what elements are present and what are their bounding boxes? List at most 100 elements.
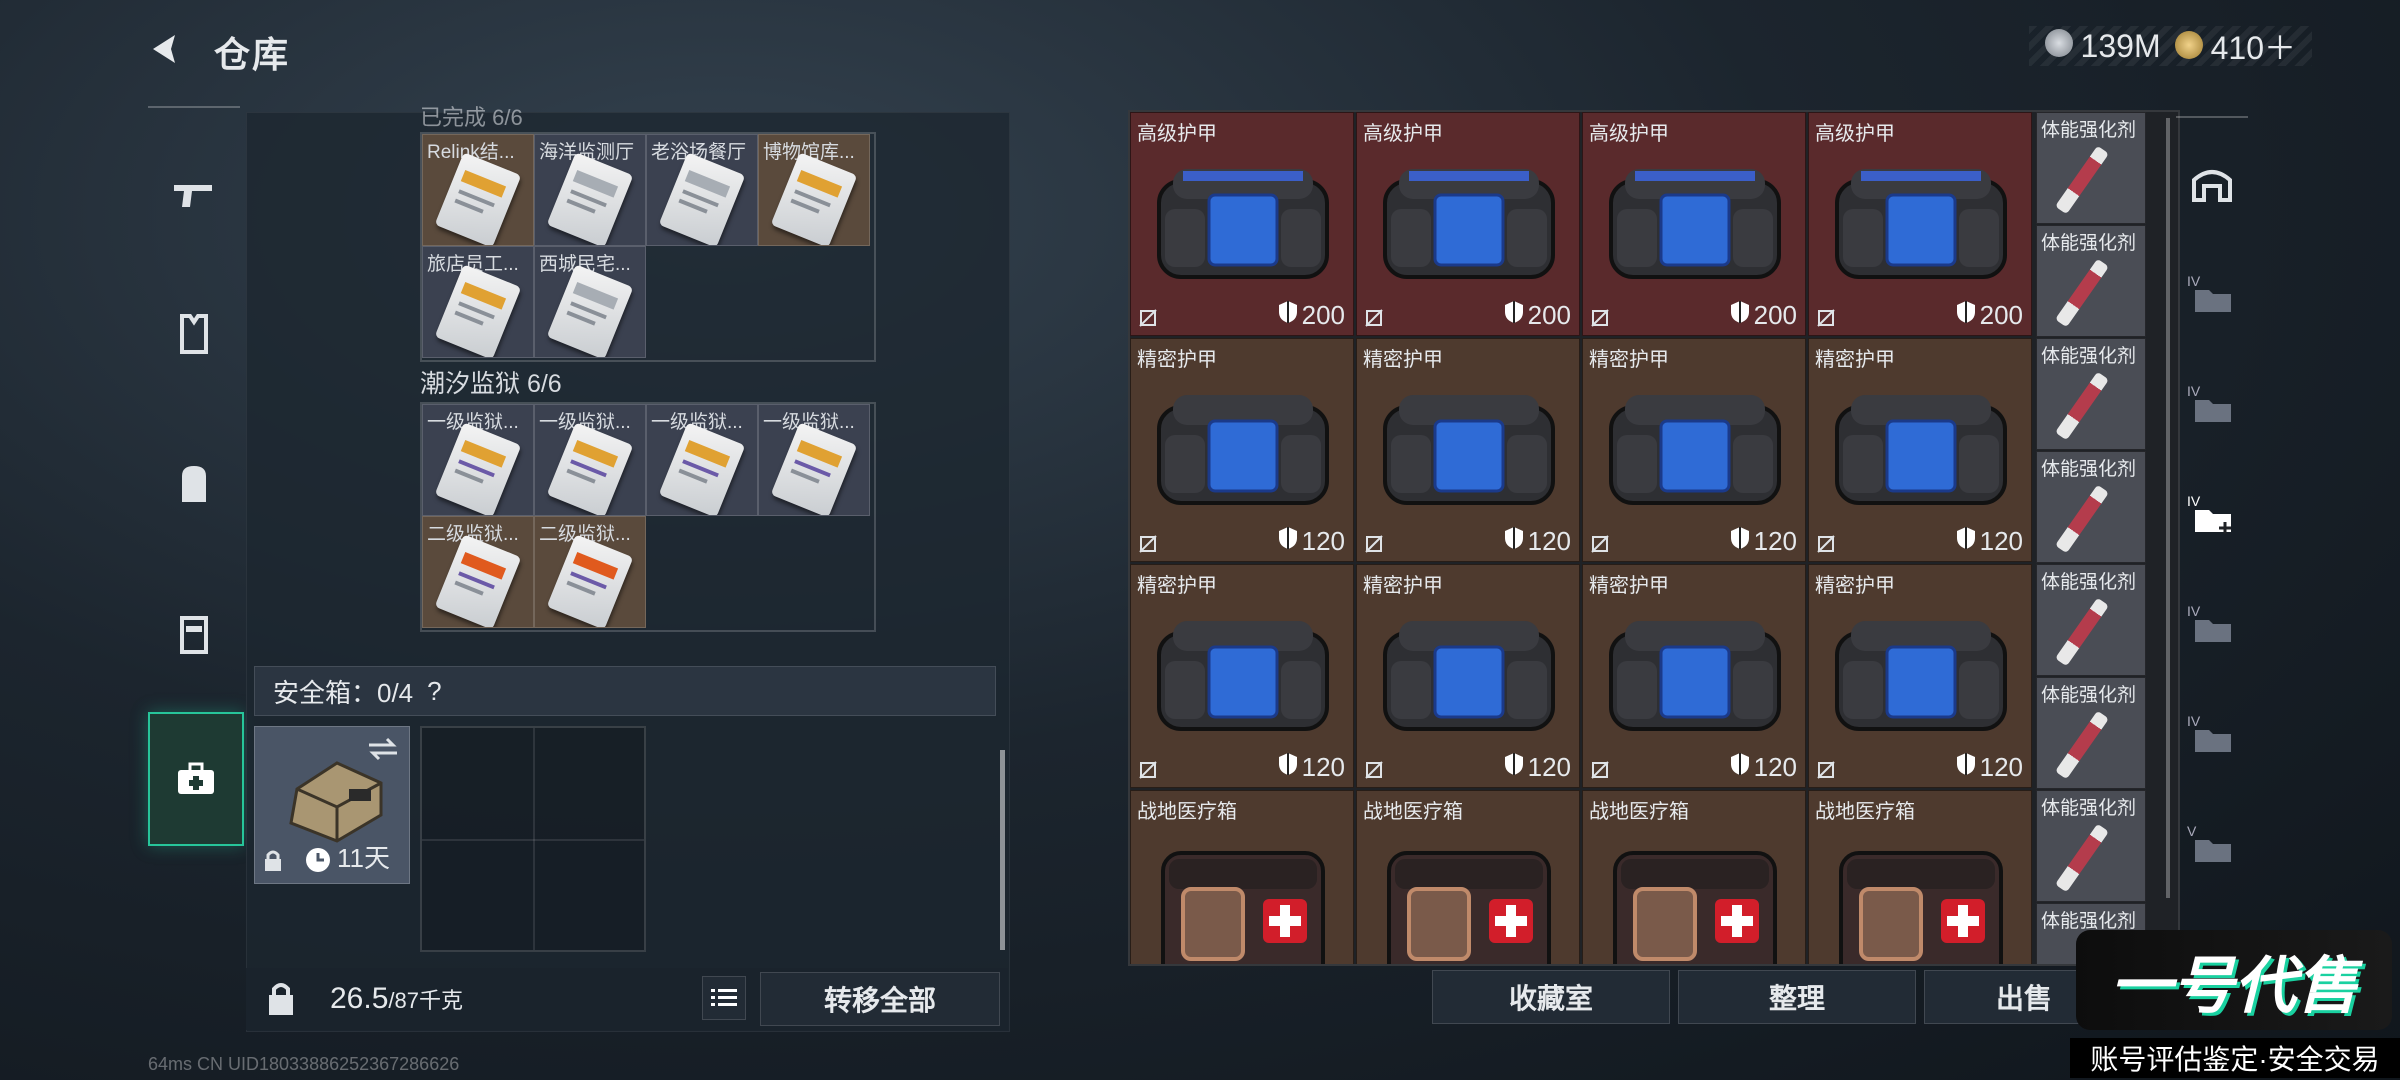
medkit-item[interactable]: 战地医疗箱 bbox=[1582, 790, 1806, 964]
keycard-item[interactable]: 一级监狱... bbox=[646, 404, 758, 516]
gold-currency[interactable]: 410＋ bbox=[2174, 23, 2296, 69]
stimulant-item[interactable]: 体能强化剂 bbox=[2036, 451, 2146, 563]
rail-backpack[interactable] bbox=[148, 438, 240, 530]
keycard-item[interactable]: 老浴场餐厅 bbox=[646, 134, 758, 246]
swap-icon bbox=[369, 737, 397, 761]
precision-armor-icon bbox=[1605, 603, 1785, 748]
armor-item[interactable]: 精密护甲 120 bbox=[1130, 338, 1354, 562]
keycard-icon bbox=[546, 422, 634, 515]
medkit-icon bbox=[1153, 829, 1333, 964]
left-scrollbar[interactable] bbox=[1000, 750, 1005, 950]
precision-armor-icon bbox=[1379, 377, 1559, 522]
tab-storage-3[interactable]: IV bbox=[2176, 464, 2248, 564]
durability: 200 bbox=[1278, 300, 1345, 331]
keycard-icon bbox=[434, 534, 522, 627]
collection-button[interactable]: 收藏室 bbox=[1432, 970, 1670, 1024]
stimulant-item[interactable]: 体能强化剂 bbox=[2036, 564, 2146, 676]
armor-item[interactable]: 精密护甲 120 bbox=[1356, 338, 1580, 562]
syringe-icon bbox=[2055, 258, 2109, 328]
folder-icon: V bbox=[2187, 823, 2231, 862]
safe-box-label: 安全箱：0/4 bbox=[273, 677, 414, 708]
stimulant-item[interactable]: 体能强化剂 bbox=[2036, 677, 2146, 789]
armor-item[interactable]: 高级护甲 200 bbox=[1808, 112, 2032, 336]
medkit-item[interactable]: 战地医疗箱 bbox=[1808, 790, 2032, 964]
stimulant-item[interactable]: 体能强化剂 bbox=[2036, 338, 2146, 450]
item-name: 战地医疗箱 bbox=[1137, 801, 1237, 823]
keycard-item[interactable]: 西城民宅... bbox=[534, 246, 646, 358]
item-name: 体能强化剂 bbox=[2041, 120, 2137, 141]
list-view-button[interactable] bbox=[702, 976, 746, 1020]
medkit-icon bbox=[1379, 829, 1559, 964]
rail-safebox[interactable] bbox=[148, 712, 244, 846]
keycard-item[interactable]: 旅店员工... bbox=[422, 246, 534, 358]
keycard-item[interactable]: 一级监狱... bbox=[534, 404, 646, 516]
shield-icon bbox=[1504, 752, 1524, 783]
stimulant-item[interactable]: 体能强化剂 bbox=[2036, 225, 2146, 337]
armor-item[interactable]: 精密护甲 120 bbox=[1582, 564, 1806, 788]
durability: 120 bbox=[1730, 526, 1797, 557]
item-name: 体能强化剂 bbox=[2041, 572, 2137, 593]
vest-icon bbox=[180, 314, 208, 354]
durability: 200 bbox=[1504, 300, 1571, 331]
armor-item[interactable]: 精密护甲 120 bbox=[1356, 564, 1580, 788]
armor-item[interactable]: 精密护甲 120 bbox=[1808, 338, 2032, 562]
stimulant-item[interactable]: 体能强化剂 bbox=[2036, 790, 2146, 902]
keycard-item[interactable]: Relink结... bbox=[422, 134, 534, 246]
keycard-item[interactable]: 博物馆库... bbox=[758, 134, 870, 246]
tab-home[interactable] bbox=[2176, 134, 2248, 234]
armor-item[interactable]: 精密护甲 120 bbox=[1582, 338, 1806, 562]
tab-storage-2[interactable]: IV bbox=[2176, 354, 2248, 454]
item-name: 高级护甲 bbox=[1815, 123, 1895, 145]
durability-value: 120 bbox=[1753, 526, 1797, 556]
shield-icon bbox=[1504, 300, 1524, 331]
rail-case[interactable] bbox=[148, 588, 240, 680]
precision-armor-icon bbox=[1831, 377, 2011, 522]
safe-box-item[interactable]: 11天 bbox=[254, 726, 410, 884]
safe-box-slots[interactable] bbox=[420, 726, 646, 952]
keycard-item[interactable]: 海洋监测厅 bbox=[534, 134, 646, 246]
lock-toggle[interactable] bbox=[246, 968, 316, 1030]
durability: 120 bbox=[1504, 526, 1571, 557]
keycard-item[interactable]: 一级监狱... bbox=[758, 404, 870, 516]
help-button[interactable]: ? bbox=[427, 676, 441, 707]
rail-weapons[interactable] bbox=[148, 148, 240, 240]
armor-item[interactable]: 高级护甲 200 bbox=[1356, 112, 1580, 336]
left-bottom-bar: 26.5/87千克 转移全部 bbox=[246, 968, 1008, 1030]
back-button[interactable] bbox=[140, 24, 190, 74]
armor-item[interactable]: 精密护甲 120 bbox=[1808, 564, 2032, 788]
medkit-item[interactable]: 战地医疗箱 bbox=[1356, 790, 1580, 964]
durability-value: 120 bbox=[1979, 752, 2023, 782]
transfer-all-button[interactable]: 转移全部 bbox=[760, 972, 1000, 1026]
silver-currency[interactable]: 139M bbox=[2044, 28, 2161, 65]
tab-storage-4[interactable]: IV bbox=[2176, 574, 2248, 674]
tab-storage-5[interactable]: IV bbox=[2176, 684, 2248, 784]
medkit-item[interactable]: 战地医疗箱 bbox=[1130, 790, 1354, 964]
item-name: 体能强化剂 bbox=[2041, 459, 2137, 480]
folder-icon: IV bbox=[2187, 383, 2231, 422]
item-name: 战地医疗箱 bbox=[1363, 801, 1463, 823]
warehouse-scrollbar[interactable] bbox=[2166, 118, 2170, 898]
shield-icon bbox=[1278, 300, 1298, 331]
no-durability-icon bbox=[1365, 761, 1383, 779]
tab-storage-1[interactable]: IV bbox=[2176, 244, 2248, 344]
durability: 120 bbox=[1278, 752, 1345, 783]
rail-armor[interactable] bbox=[148, 288, 240, 380]
slot-divider bbox=[422, 839, 644, 841]
armor-item[interactable]: 精密护甲 120 bbox=[1130, 564, 1354, 788]
precision-armor-icon bbox=[1605, 377, 1785, 522]
keycard-item[interactable]: 二级监狱... bbox=[422, 516, 534, 628]
armor-item[interactable]: 高级护甲 200 bbox=[1582, 112, 1806, 336]
keycard-item[interactable]: 一级监狱... bbox=[422, 404, 534, 516]
organize-button[interactable]: 整理 bbox=[1678, 970, 1916, 1024]
watermark-slogan: 账号评估鉴定·安全交易 bbox=[2070, 1038, 2400, 1078]
tab-storage-6[interactable]: V bbox=[2176, 794, 2248, 894]
svg-text:IV: IV bbox=[2187, 713, 2201, 729]
armor-item[interactable]: 高级护甲 200 bbox=[1130, 112, 1354, 336]
lock-icon bbox=[265, 850, 281, 871]
keycard-item[interactable]: 二级监狱... bbox=[534, 516, 646, 628]
precision-armor-icon bbox=[1153, 603, 1333, 748]
item-name: 体能强化剂 bbox=[2041, 685, 2137, 706]
back-icon bbox=[153, 35, 175, 63]
keycard-icon bbox=[434, 422, 522, 515]
stimulant-item[interactable]: 体能强化剂 bbox=[2036, 112, 2146, 224]
